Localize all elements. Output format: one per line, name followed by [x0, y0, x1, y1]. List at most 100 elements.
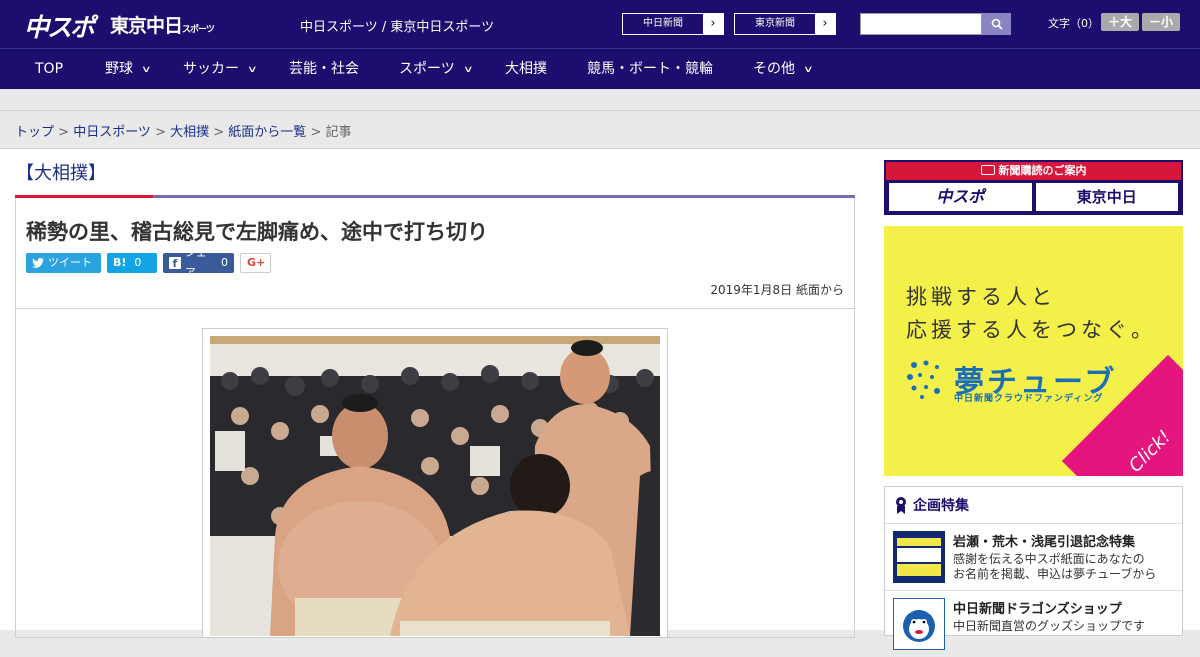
yume-tube-ad[interactable]: 挑戦する人と 応援する人をつなぐ。 夢チューブ 中日新聞クラウドファンディング …: [884, 226, 1183, 476]
article-title: 稀勢の里、稽古総見で左脚痛め、途中で打ち切り: [26, 220, 488, 244]
chevron-down-icon: ∨: [247, 65, 258, 75]
chuspo-subscription-logo[interactable]: 中スポ: [889, 183, 1032, 211]
tokyo-logo-sub: スポーツ: [182, 25, 215, 35]
nav-label: 大相撲: [505, 61, 547, 77]
tokyo-shimbun-label: 東京新聞: [735, 14, 815, 34]
thumbnail-stripe: [897, 548, 941, 562]
article-photo-frame: [202, 328, 668, 638]
breadcrumb-top[interactable]: トップ: [15, 125, 54, 140]
nav-label: スポーツ: [399, 61, 455, 77]
feature-desc: 感謝を伝える中スポ紙面にあなたの: [953, 552, 1145, 566]
feature-title: 中日新聞ドラゴンズショップ: [953, 602, 1122, 617]
nav-label: 野球: [105, 61, 133, 77]
nav-label: その他: [753, 61, 795, 77]
google-plus-button[interactable]: G+: [240, 253, 271, 273]
nav-item-sumo[interactable]: 大相撲: [505, 49, 547, 90]
breadcrumb-paper-list[interactable]: 紙面から一覧: [228, 125, 306, 140]
newspaper-icon: [980, 165, 995, 175]
divider: [15, 308, 855, 309]
site-search: [860, 13, 1011, 35]
yume-tube-dots-icon: [907, 360, 940, 399]
nav-label: 競馬・ボート・競輪: [587, 61, 713, 77]
ad-brand-sub: 中日新聞クラウドファンディング: [954, 394, 1104, 404]
site-name: 中日スポーツ / 東京中日スポーツ: [300, 20, 495, 35]
breadcrumb-sumo[interactable]: 大相撲: [170, 125, 209, 140]
breadcrumb-separator: >: [209, 125, 229, 140]
google-plus-icon: G+: [247, 256, 266, 269]
feature-desc: 中日新聞直営のグッズショップです: [953, 619, 1146, 633]
tokyo-chunichi-subscription-logo[interactable]: 東京中日: [1035, 183, 1178, 211]
breadcrumb-chunichi-sports[interactable]: 中日スポーツ: [73, 125, 151, 140]
breadcrumb-current: 記事: [325, 125, 352, 140]
thumbnail-stripe: [897, 538, 941, 546]
tokyo-shimbun-button[interactable]: 東京新聞 ›: [734, 13, 836, 35]
search-icon: [991, 18, 1003, 30]
search-input[interactable]: [860, 13, 982, 35]
subscription-title-text: 新聞購読のご案内: [998, 164, 1087, 177]
chuspo-logo[interactable]: 中スポ: [24, 8, 95, 44]
hatena-bookmark-button[interactable]: B! 0: [107, 253, 157, 273]
article-date: 2019年1月8日 紙面から: [710, 283, 844, 297]
feature-text: 岩瀬・荒木・浅尾引退記念特集 感謝を伝える中スポ紙面にあなたの お名前を掲載、申…: [953, 531, 1156, 583]
chevron-right-icon: ›: [710, 16, 716, 31]
subscription-banner[interactable]: 新聞購読のご案内 中スポ 東京中日: [884, 160, 1183, 215]
ad-line-2: 応援する人をつなぐ。: [906, 318, 1156, 342]
font-smaller-button[interactable]: －小: [1142, 13, 1180, 31]
twitter-icon: [32, 258, 44, 268]
font-size-label: 文字（0）: [1048, 17, 1099, 30]
nav-label: サッカー: [183, 61, 239, 77]
subscription-logos: 中スポ 東京中日: [886, 180, 1181, 214]
breadcrumb: トップ > 中日スポーツ > 大相撲 > 紙面から一覧 > 記事: [15, 121, 352, 140]
feature-item[interactable]: 中日新聞ドラゴンズショップ 中日新聞直営のグッズショップです: [885, 591, 1182, 657]
facebook-icon: f: [169, 257, 181, 270]
article-category[interactable]: 【大相撲】: [16, 159, 106, 185]
features-header: 企画特集: [885, 487, 1182, 524]
subscription-title: 新聞購読のご案内: [886, 162, 1181, 180]
breadcrumb-separator: >: [306, 125, 326, 140]
font-larger-button[interactable]: ＋大: [1101, 13, 1139, 31]
feature-title: 岩瀬・荒木・浅尾引退記念特集: [953, 535, 1136, 550]
nav-item-baseball[interactable]: 野球 ∨: [105, 49, 152, 90]
nav-item-top[interactable]: TOP: [35, 49, 63, 90]
facebook-share-button[interactable]: f シェア 0: [163, 246, 234, 279]
nav-item-soccer[interactable]: サッカー ∨: [183, 49, 258, 90]
facebook-share-label: シェア: [184, 246, 207, 279]
hatena-count: 0: [134, 256, 142, 269]
feature-desc: お名前を掲載、申込は夢チューブから: [953, 567, 1157, 581]
nav-item-entertainment[interactable]: 芸能・社会: [289, 49, 359, 90]
ad-line-1: 挑戦する人と: [906, 285, 1056, 309]
chevron-down-icon: ∨: [141, 65, 152, 75]
nav-item-other[interactable]: その他 ∨: [753, 49, 814, 90]
nav-label: 芸能・社会: [289, 61, 359, 77]
main-nav: TOP 野球 ∨ サッカー ∨ 芸能・社会 スポーツ ∨ 大相撲 競馬・ボート・競輪 …: [0, 48, 1200, 89]
sumo-practice-photo: [210, 336, 660, 636]
tokyo-chunichi-logo[interactable]: 東京中日スポーツ: [110, 11, 215, 38]
features-panel: 企画特集 岩瀬・荒木・浅尾引退記念特集 感謝を伝える中スポ紙面にあなたの お名前…: [884, 486, 1183, 650]
article-photo[interactable]: [210, 336, 660, 636]
nav-item-racing[interactable]: 競馬・ボート・競輪: [587, 49, 713, 90]
tweet-button[interactable]: ツイート: [26, 253, 101, 273]
search-button[interactable]: [982, 13, 1011, 35]
nav-item-sports[interactable]: スポーツ ∨: [399, 49, 474, 90]
thumbnail-stripe: [897, 564, 941, 576]
subnav-strip: [0, 89, 1200, 111]
dragons-mascot-icon: [903, 610, 935, 642]
hatena-icon: B!: [113, 256, 127, 269]
features-title: 企画特集: [913, 498, 969, 514]
chevron-down-icon: ∨: [462, 65, 474, 75]
breadcrumb-separator: >: [150, 125, 171, 140]
tokyo-logo-text: 東京中日: [110, 15, 183, 37]
feature-item[interactable]: 岩瀬・荒木・浅尾引退記念特集 感謝を伝える中スポ紙面にあなたの お名前を掲載、申…: [885, 524, 1182, 591]
feature-thumbnail: [893, 531, 945, 583]
feature-thumbnail: [893, 598, 945, 650]
feature-text: 中日新聞ドラゴンズショップ 中日新聞直営のグッズショップです: [953, 598, 1145, 650]
share-buttons: ツイート B! 0 f シェア 0 G+: [26, 246, 271, 279]
facebook-share-count: 0: [221, 256, 228, 269]
chunichi-shimbun-button[interactable]: 中日新聞 ›: [622, 13, 724, 35]
nav-label: TOP: [35, 61, 64, 77]
chunichi-shimbun-label: 中日新聞: [623, 14, 703, 34]
chevron-right-icon: ›: [822, 16, 828, 31]
tweet-label: ツイート: [48, 256, 92, 269]
header-bar: 中スポ 東京中日スポーツ 中日スポーツ / 東京中日スポーツ 中日新聞 › 東京…: [0, 0, 1200, 48]
breadcrumb-separator: >: [54, 125, 74, 140]
